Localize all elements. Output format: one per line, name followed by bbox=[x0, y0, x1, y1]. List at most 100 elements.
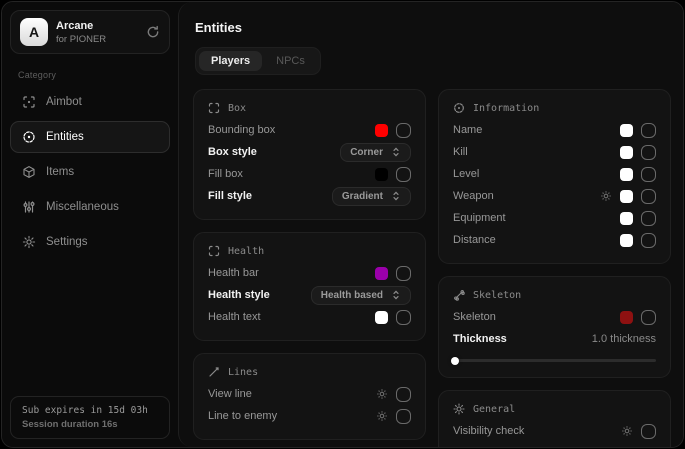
skeleton-panel: Skeleton Skeleton Thickness 1.0 thicknes… bbox=[438, 276, 671, 378]
checkbox[interactable] bbox=[641, 233, 656, 248]
app-header-card: A Arcane for PIONER bbox=[10, 10, 170, 54]
health-icon bbox=[208, 245, 220, 257]
lines-panel: Lines View line Line to enemy bbox=[193, 353, 426, 440]
page-title: Entities bbox=[195, 20, 671, 35]
gear-icon[interactable] bbox=[376, 410, 388, 422]
app-meta: Arcane for PIONER bbox=[56, 20, 138, 45]
checkbox[interactable] bbox=[641, 424, 656, 439]
setting-row-line-to-enemy: Line to enemy bbox=[208, 405, 411, 427]
aimbot-icon bbox=[22, 95, 36, 109]
general-panel-title: General bbox=[473, 404, 515, 415]
sidebar-item-entities[interactable]: Entities bbox=[10, 121, 170, 153]
checkbox[interactable] bbox=[396, 266, 411, 281]
checkbox[interactable] bbox=[396, 167, 411, 182]
unfold-icon bbox=[391, 191, 401, 201]
skeleton-panel-title: Skeleton bbox=[473, 290, 521, 301]
color-swatch[interactable] bbox=[620, 146, 633, 159]
checkbox[interactable] bbox=[396, 409, 411, 424]
setting-row-name: Name bbox=[453, 119, 656, 141]
sync-icon[interactable] bbox=[146, 25, 160, 39]
health-panel: Health Health bar Health style Health ba… bbox=[193, 232, 426, 341]
gear-icon[interactable] bbox=[621, 425, 633, 437]
lines-panel-title: Lines bbox=[228, 367, 258, 378]
slider-thumb[interactable] bbox=[451, 357, 459, 365]
tab-npcs[interactable]: NPCs bbox=[264, 51, 317, 71]
setting-row-thickness: Thickness 1.0 thickness bbox=[453, 328, 656, 350]
information-panel: Information Name Kill bbox=[438, 89, 671, 264]
information-icon bbox=[453, 102, 465, 114]
items-icon bbox=[22, 165, 36, 179]
sidebar-item-settings[interactable]: Settings bbox=[10, 226, 170, 258]
checkbox[interactable] bbox=[641, 145, 656, 160]
sidebar: A Arcane for PIONER Category bbox=[2, 2, 178, 447]
checkbox[interactable] bbox=[641, 211, 656, 226]
general-panel-header: General bbox=[453, 400, 656, 420]
skeleton-panel-header: Skeleton bbox=[453, 286, 656, 306]
setting-row-weapon: Weapon bbox=[453, 185, 656, 207]
color-swatch[interactable] bbox=[620, 190, 633, 203]
setting-row-fill-box: Fill box bbox=[208, 163, 411, 185]
session-duration-text: Session duration 16s bbox=[22, 419, 158, 430]
setting-row-health-style: Health style Health based bbox=[208, 284, 411, 306]
color-swatch[interactable] bbox=[620, 234, 633, 247]
thickness-value: 1.0 thickness bbox=[592, 333, 656, 345]
checkbox[interactable] bbox=[641, 189, 656, 204]
health-panel-header: Health bbox=[208, 242, 411, 262]
checkbox[interactable] bbox=[641, 123, 656, 138]
tab-players[interactable]: Players bbox=[199, 51, 262, 71]
information-panel-header: Information bbox=[453, 99, 656, 119]
gear-icon[interactable] bbox=[376, 388, 388, 400]
sun-icon bbox=[453, 403, 465, 415]
sidebar-item-label: Settings bbox=[46, 236, 88, 248]
box-style-dropdown[interactable]: Corner bbox=[340, 143, 411, 162]
color-swatch[interactable] bbox=[375, 311, 388, 324]
sub-expires-text: Sub expires in 15d 03h bbox=[22, 405, 158, 416]
checkbox[interactable] bbox=[396, 310, 411, 325]
right-column: Information Name Kill bbox=[438, 89, 671, 447]
unfold-icon bbox=[391, 290, 401, 300]
checkbox[interactable] bbox=[641, 167, 656, 182]
setting-row-max-distance: Max distance 500m bbox=[453, 442, 656, 447]
general-panel: General Visibility check Max distance bbox=[438, 390, 671, 447]
sliders-icon bbox=[22, 200, 36, 214]
setting-row-fill-style: Fill style Gradient bbox=[208, 185, 411, 207]
sidebar-item-label: Aimbot bbox=[46, 96, 82, 108]
information-panel-title: Information bbox=[473, 103, 539, 114]
bone-icon bbox=[453, 289, 465, 301]
thickness-slider[interactable] bbox=[453, 359, 656, 362]
checkbox[interactable] bbox=[641, 310, 656, 325]
color-swatch[interactable] bbox=[620, 124, 633, 137]
setting-row-view-line: View line bbox=[208, 383, 411, 405]
box-panel-header: Box bbox=[208, 99, 411, 119]
color-swatch[interactable] bbox=[375, 168, 388, 181]
color-swatch[interactable] bbox=[375, 124, 388, 137]
subscription-info-card: Sub expires in 15d 03h Session duration … bbox=[10, 396, 170, 439]
setting-row-box-style: Box style Corner bbox=[208, 141, 411, 163]
fill-style-dropdown[interactable]: Gradient bbox=[332, 187, 411, 206]
app-window: A Arcane for PIONER Category bbox=[1, 1, 684, 448]
checkbox[interactable] bbox=[396, 387, 411, 402]
color-swatch[interactable] bbox=[375, 267, 388, 280]
health-style-dropdown[interactable]: Health based bbox=[311, 286, 411, 305]
sidebar-item-label: Items bbox=[46, 166, 74, 178]
app-name: Arcane bbox=[56, 20, 138, 32]
sidebar-item-label: Entities bbox=[46, 131, 84, 143]
gear-icon bbox=[22, 235, 36, 249]
setting-row-visibility-check: Visibility check bbox=[453, 420, 656, 442]
color-swatch[interactable] bbox=[620, 311, 633, 324]
sidebar-item-items[interactable]: Items bbox=[10, 156, 170, 188]
app-subtitle: for PIONER bbox=[56, 34, 138, 45]
app-logo: A bbox=[20, 18, 48, 46]
setting-row-level: Level bbox=[453, 163, 656, 185]
setting-row-health-text: Health text bbox=[208, 306, 411, 328]
gear-icon[interactable] bbox=[600, 190, 612, 202]
setting-row-bounding-box: Bounding box bbox=[208, 119, 411, 141]
setting-row-health-bar: Health bar bbox=[208, 262, 411, 284]
checkbox[interactable] bbox=[396, 123, 411, 138]
color-swatch[interactable] bbox=[620, 168, 633, 181]
lines-panel-header: Lines bbox=[208, 363, 411, 383]
color-swatch[interactable] bbox=[620, 212, 633, 225]
sidebar-item-miscellaneous[interactable]: Miscellaneous bbox=[10, 191, 170, 223]
setting-row-kill: Kill bbox=[453, 141, 656, 163]
sidebar-item-aimbot[interactable]: Aimbot bbox=[10, 86, 170, 118]
